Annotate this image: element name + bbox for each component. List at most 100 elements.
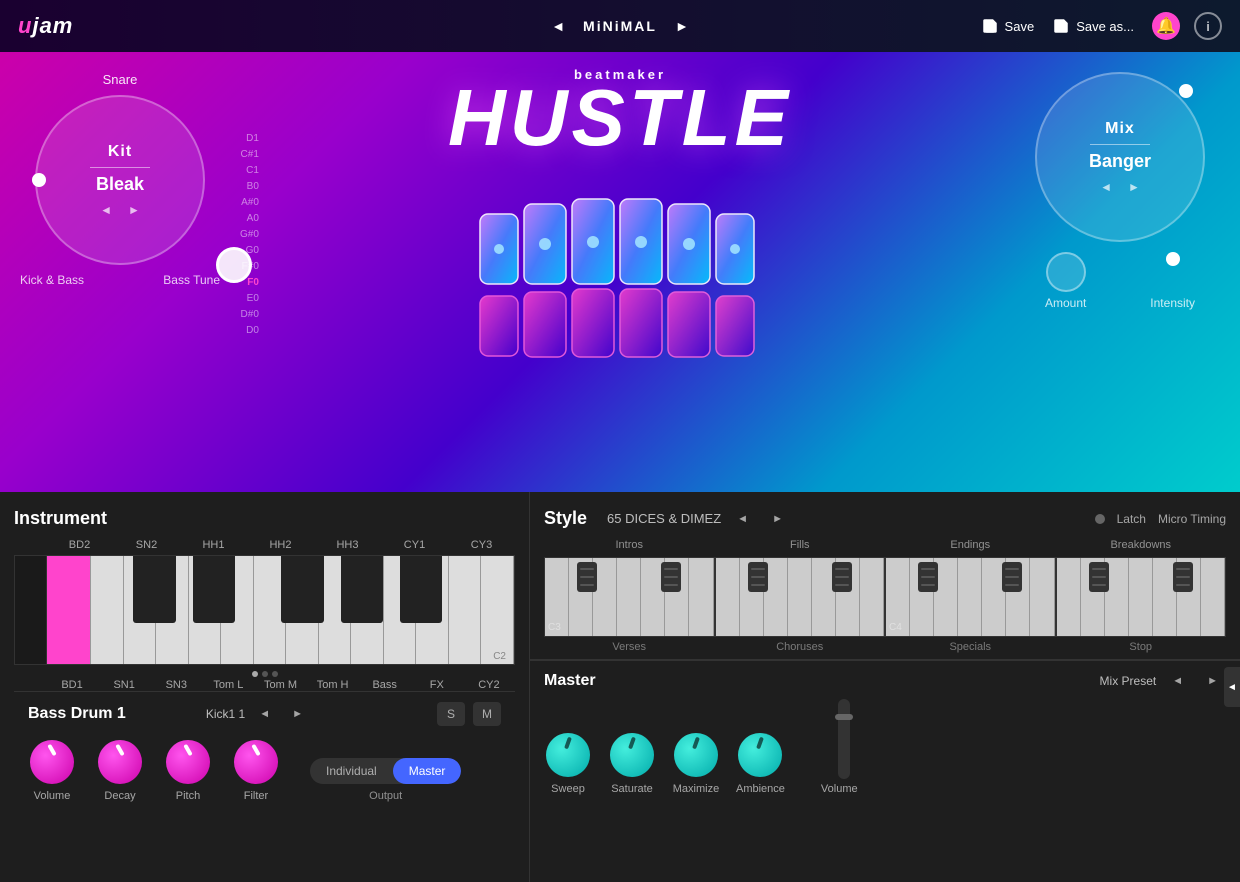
mute-button[interactable]: M (473, 702, 501, 726)
note-gs0: G#0 (240, 228, 259, 242)
piano-key-12[interactable] (416, 556, 449, 664)
piano-key-13[interactable] (449, 556, 482, 664)
seg-line (921, 584, 935, 586)
note-c1: C1 (246, 164, 259, 178)
seg-f1 (748, 562, 768, 592)
style-next-button[interactable]: ► (764, 509, 791, 529)
scroll-dot-2 (262, 671, 268, 677)
piano-key-3[interactable] (124, 556, 157, 664)
instrument-title: Instrument (14, 508, 515, 529)
piano-key-5[interactable] (189, 556, 222, 664)
individual-button[interactable]: Individual (310, 758, 393, 784)
save-as-label: Save as... (1076, 19, 1134, 34)
grill-graphic (450, 164, 790, 364)
c3-label: C3 (548, 622, 561, 633)
master-volume-slider[interactable] (838, 699, 850, 779)
mix-prev-arrow[interactable]: ◄ (1100, 180, 1112, 194)
master-preset: Mix Preset ◄ ► (1100, 671, 1226, 691)
drum-label-sn1: SN1 (98, 679, 150, 691)
seg-line (835, 576, 849, 578)
mix-knob-container: Mix Banger ◄ ► (1035, 72, 1205, 242)
drum-labels-top: BD2 SN2 HH1 HH2 HH3 CY1 CY3 (14, 539, 515, 551)
seg-line (1005, 568, 1019, 570)
master-next-button[interactable]: ► (1199, 671, 1226, 691)
mix-knob-divider (1090, 144, 1150, 145)
note-f0-active: F0 (247, 276, 259, 290)
master-title: Master (544, 672, 596, 690)
saturate-knob-inner (610, 733, 654, 777)
save-as-button[interactable]: Save as... (1052, 17, 1134, 35)
seg-line (835, 568, 849, 570)
drum-label-tomh: Tom H (307, 679, 359, 691)
master-header: Master Mix Preset ◄ ► (544, 671, 1226, 691)
master-prev-button[interactable]: ◄ (1164, 671, 1191, 691)
kit-next-arrow[interactable]: ► (128, 203, 140, 217)
piano-key-6[interactable] (221, 556, 254, 664)
segment-marks-breakdowns (1057, 562, 1226, 592)
bd-next-button[interactable]: ► (284, 704, 311, 724)
kit-knob[interactable]: Kit Bleak ◄ ► (35, 95, 205, 265)
seg-b2 (1173, 562, 1193, 592)
seg-line (835, 584, 849, 586)
sweep-knob[interactable] (544, 731, 592, 779)
drum-label-hh1: HH1 (180, 539, 247, 551)
notification-button[interactable]: 🔔 (1152, 12, 1180, 40)
maximize-knob[interactable] (672, 731, 720, 779)
drum-label-toml: Tom L (202, 679, 254, 691)
saturate-label: Saturate (611, 783, 653, 795)
segment-marks-intros (545, 562, 714, 592)
solo-button[interactable]: S (437, 702, 465, 726)
volume-knob-item: Volume (28, 738, 76, 802)
tune-knob[interactable] (216, 247, 252, 283)
verses-label: Verses (544, 641, 715, 653)
style-prev-button[interactable]: ◄ (729, 509, 756, 529)
piano-key-9[interactable] (319, 556, 352, 664)
output-section: Individual Master Output (310, 758, 461, 802)
top-icons: 🔔 i (1152, 12, 1222, 40)
bd-sm-buttons: S M (437, 702, 501, 726)
preset-next-button[interactable]: ► (667, 14, 697, 38)
piano-key-10[interactable] (351, 556, 384, 664)
mix-next-arrow[interactable]: ► (1128, 180, 1140, 194)
piano-key-1[interactable] (47, 556, 91, 664)
info-button[interactable]: i (1194, 12, 1222, 40)
piano-key-2[interactable] (91, 556, 124, 664)
ambience-knob[interactable] (736, 731, 784, 779)
decay-knob[interactable] (96, 738, 144, 786)
sweep-label: Sweep (551, 783, 585, 795)
kit-knob-title: Kit (108, 143, 132, 161)
master-volume-item: Volume (821, 699, 858, 795)
piano-key-8[interactable] (286, 556, 319, 664)
kit-prev-arrow[interactable]: ◄ (100, 203, 112, 217)
fills-label: Fills (715, 539, 886, 551)
decay-knob-inner (98, 740, 142, 784)
style-section-intros: Intros (544, 539, 715, 637)
center-branding: beatMaker HuSTLE (410, 52, 830, 384)
kit-labels: Kick & Bass Bass Tune (20, 273, 220, 287)
saturate-knob[interactable] (608, 731, 656, 779)
save-button[interactable]: Save (981, 17, 1035, 35)
piano-key-4[interactable] (156, 556, 189, 664)
volume-knob[interactable] (28, 738, 76, 786)
mix-knob-value: Banger (1089, 151, 1151, 172)
amount-knob[interactable] (1046, 252, 1086, 292)
style-preset-name: 65 DICES & DIMEZ (607, 511, 721, 526)
maximize-knob-inner (674, 733, 718, 777)
piano-key-7[interactable] (254, 556, 287, 664)
piano-key-11[interactable] (384, 556, 417, 664)
right-arrow-tab[interactable]: ◄ (1224, 667, 1240, 707)
main-area: Snare Kit Bleak ◄ ► Kick & Bass Bass Tun… (0, 52, 1240, 492)
master-knobs: Sweep Saturate Maximize (544, 699, 1226, 795)
piano-key-14[interactable] (481, 556, 514, 664)
bd-preset: Kick1 1 ◄ ► (206, 704, 311, 724)
mix-knob[interactable]: Mix Banger ◄ ► (1035, 72, 1205, 242)
seg-line (664, 584, 678, 586)
drum-label-bd1: BD1 (46, 679, 98, 691)
pitch-knob[interactable] (164, 738, 212, 786)
preset-prev-button[interactable]: ◄ (543, 14, 573, 38)
drum-label-tomm: Tom M (254, 679, 306, 691)
filter-knob[interactable] (232, 738, 280, 786)
bass-tune-area: D1 C#1 C1 B0 A#0 A0 G#0 G0 F#0 F0 E0 D#0… (240, 132, 259, 338)
master-button[interactable]: Master (393, 758, 462, 784)
bd-prev-button[interactable]: ◄ (251, 704, 278, 724)
